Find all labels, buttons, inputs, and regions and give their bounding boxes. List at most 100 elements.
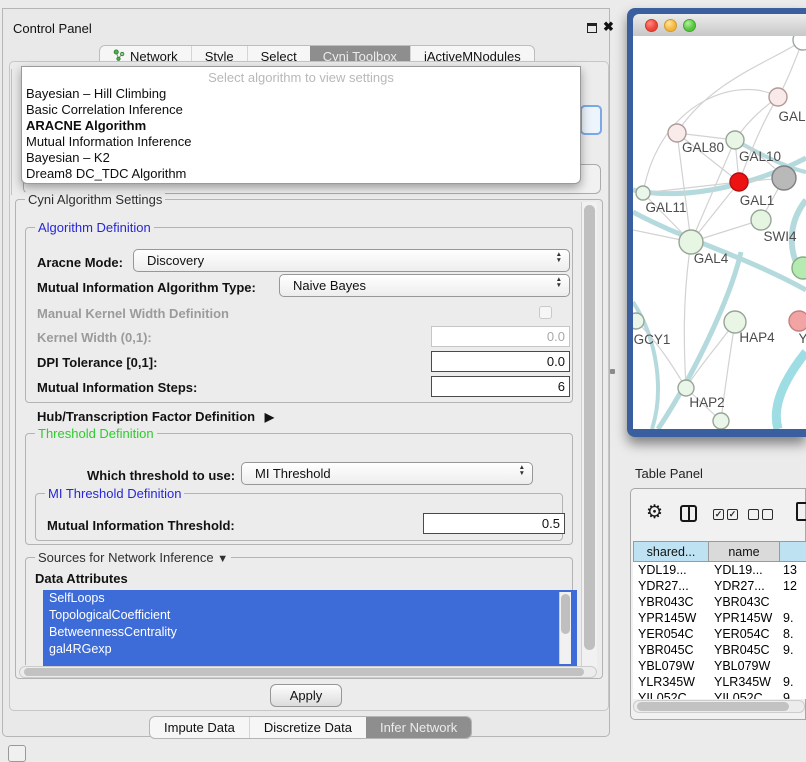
node-label: GAL10: [739, 149, 781, 164]
tab-infer-network[interactable]: Infer Network: [366, 717, 471, 738]
network-node[interactable]: [730, 173, 748, 191]
network-graph[interactable]: GALGAL80GAL10GAL1GAL11SWI4GAL4GCY1HAP4YH…: [633, 36, 806, 429]
column-header-shared-name[interactable]: shared...: [633, 541, 709, 562]
table-panel-title: Table Panel: [635, 466, 703, 481]
node-label: HAP2: [689, 395, 724, 410]
table-cell: 12: [780, 578, 806, 594]
unchecked-checkbox-icon[interactable]: [762, 509, 773, 520]
panel-border-fragment: [11, 69, 12, 195]
table-row[interactable]: YDR27...YDR27...12: [633, 578, 806, 594]
network-edge[interactable]: [776, 352, 806, 429]
algorithm-options-list: Bayesian – Hill ClimbingBasic Correlatio…: [22, 86, 580, 182]
table-row[interactable]: YBR045CYBR045C9.: [633, 642, 806, 658]
network-window-titlebar[interactable]: [633, 14, 806, 36]
network-node[interactable]: [726, 131, 744, 149]
algorithm-option[interactable]: Bayesian – K2: [22, 150, 580, 166]
table-horizontal-scrollbar[interactable]: [633, 700, 805, 713]
hub-definition-expander[interactable]: Hub/Transcription Factor Definition ▶: [37, 409, 274, 424]
table-cell: YBL079W: [633, 658, 709, 674]
columns-icon[interactable]: [680, 505, 697, 522]
network-node[interactable]: [751, 210, 771, 230]
column-header-name[interactable]: name: [709, 541, 780, 562]
network-node[interactable]: [636, 186, 650, 200]
manual-kernel-checkbox[interactable]: [539, 306, 552, 319]
attribute-list-item[interactable]: TopologicalCoefficient: [43, 607, 577, 624]
algorithm-option[interactable]: ARACNE Algorithm: [22, 118, 580, 134]
focused-combo-fragment: [580, 105, 602, 135]
network-node[interactable]: [633, 313, 644, 329]
network-node[interactable]: [678, 380, 694, 396]
network-node[interactable]: [769, 88, 787, 106]
network-edge[interactable]: [739, 97, 778, 182]
stepper-icon: ▲▼: [556, 277, 562, 289]
table-row[interactable]: YDL19...YDL19...13: [633, 562, 806, 578]
settings-horizontal-scrollbar[interactable]: [19, 666, 597, 678]
dpi-tolerance-field[interactable]: [431, 351, 570, 372]
apply-button[interactable]: Apply: [270, 684, 342, 707]
close-traffic-light-icon[interactable]: [645, 19, 658, 32]
minimize-traffic-light-icon[interactable]: [664, 19, 677, 32]
table-row[interactable]: YPR145WYPR145W9.: [633, 610, 806, 626]
table-cell: 9.: [780, 674, 806, 690]
algorithm-option[interactable]: Bayesian – Hill Climbing: [22, 86, 580, 102]
table-cell: 9.: [780, 642, 806, 658]
settings-vertical-scrollbar[interactable]: [581, 202, 597, 676]
attributes-list-scrollbar[interactable]: [559, 592, 571, 664]
table-row[interactable]: YBR043CYBR043C: [633, 594, 806, 610]
unchecked-checkbox-icon[interactable]: [748, 509, 759, 520]
data-attributes-label: Data Attributes: [35, 571, 128, 586]
data-attributes-list[interactable]: SelfLoopsTopologicalCoefficientBetweenne…: [43, 590, 577, 667]
which-threshold-select[interactable]: MI Threshold ▲▼: [241, 462, 533, 485]
table-cell: YBR045C: [709, 642, 780, 658]
tab-impute-data[interactable]: Impute Data: [150, 717, 249, 738]
table-cell: YDL19...: [709, 562, 780, 578]
attribute-list-item[interactable]: gal4RGexp: [43, 641, 577, 658]
network-node[interactable]: [772, 166, 796, 190]
column-header-cut[interactable]: [780, 541, 806, 562]
table-row[interactable]: YLR345WYLR345W9.: [633, 674, 806, 690]
table-cell: YIL052C: [633, 690, 709, 699]
float-window-icon[interactable]: [587, 23, 597, 33]
algorithm-placeholder: Select algorithm to view settings: [22, 69, 580, 86]
kernel-width-field[interactable]: [431, 326, 570, 347]
algorithm-option[interactable]: Basic Correlation Inference: [22, 102, 580, 118]
mi-type-select[interactable]: Naive Bayes ▲▼: [279, 274, 570, 297]
manual-kernel-label: Manual Kernel Width Definition: [37, 306, 229, 321]
gear-icon[interactable]: ⚙: [646, 503, 663, 522]
table-row[interactable]: YER054CYER054C8.: [633, 626, 806, 642]
network-node[interactable]: [789, 311, 806, 331]
tab-discretize-data[interactable]: Discretize Data: [249, 717, 366, 738]
checked-checkbox-icon[interactable]: ✓: [713, 509, 724, 520]
page-icon[interactable]: [796, 502, 806, 521]
aracne-mode-label: Aracne Mode:: [37, 255, 123, 270]
mi-threshold-field[interactable]: [423, 513, 565, 534]
algorithm-option[interactable]: Dream8 DC_TDC Algorithm: [22, 166, 580, 182]
table-cell: YDR27...: [633, 578, 709, 594]
algorithm-option[interactable]: Mutual Information Inference: [22, 134, 580, 150]
table-cell: 9.: [780, 610, 806, 626]
collapsed-panel-icon[interactable]: [8, 745, 26, 762]
network-view-window[interactable]: GALGAL80GAL10GAL1GAL11SWI4GAL4GCY1HAP4YH…: [627, 8, 806, 437]
which-threshold-label: Which threshold to use:: [87, 468, 235, 483]
aracne-mode-select[interactable]: Discovery ▲▼: [133, 249, 570, 272]
dpi-tolerance-label: DPI Tolerance [0,1]:: [37, 355, 157, 370]
kernel-width-label: Kernel Width (0,1):: [37, 330, 152, 345]
mi-steps-field[interactable]: [431, 376, 570, 397]
table-cell: 13: [780, 562, 806, 578]
close-icon[interactable]: ✖: [603, 19, 614, 35]
node-label: GAL: [778, 109, 806, 124]
panel-divider-handle[interactable]: [610, 369, 615, 374]
collapse-arrow-icon[interactable]: ▼: [217, 553, 228, 565]
zoom-traffic-light-icon[interactable]: [683, 19, 696, 32]
attribute-list-item[interactable]: BetweennessCentrality: [43, 624, 577, 641]
checked-checkbox-icon[interactable]: ✓: [727, 509, 738, 520]
table-row[interactable]: YBL079WYBL079W: [633, 658, 806, 674]
mi-steps-label: Mutual Information Steps:: [37, 380, 197, 395]
mi-threshold-group-title: MI Threshold Definition: [45, 486, 184, 501]
network-node[interactable]: [713, 413, 729, 429]
table-row[interactable]: YIL052CYIL052C9.: [633, 690, 806, 699]
network-node[interactable]: [793, 36, 806, 50]
attribute-list-item[interactable]: SelfLoops: [43, 590, 577, 607]
network-canvas[interactable]: GALGAL80GAL10GAL1GAL11SWI4GAL4GCY1HAP4YH…: [633, 36, 806, 429]
network-edge[interactable]: [684, 242, 691, 388]
